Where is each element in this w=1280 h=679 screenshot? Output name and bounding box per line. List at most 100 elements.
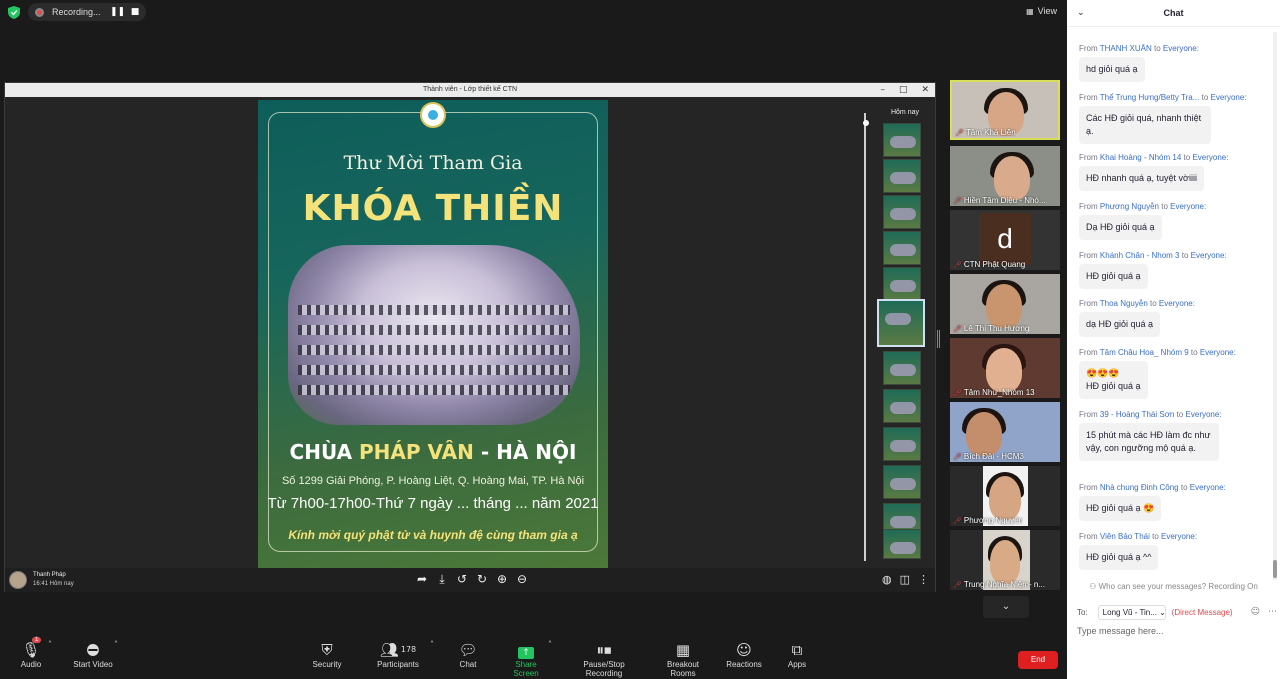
mic-muted-icon: 🎤︎ <box>953 517 962 525</box>
meeting-toolbar: 🎙︎ 1 Audio ˄ ⛔︎ Start Video ˄ ⛨ Security… <box>0 634 1067 679</box>
mic-muted-icon: 🎙︎ <box>21 641 41 659</box>
sender-name[interactable]: 39 - Hoàng Thái Sơn <box>1100 410 1174 419</box>
chat-header: ⌄ Chat <box>1067 0 1280 27</box>
apps-button[interactable]: ⧉ Apps <box>785 640 809 669</box>
poster-date: Từ 7h00-17h00-Thứ 7 ngày ... tháng ... n… <box>267 495 599 512</box>
participant-tile[interactable]: 🎤︎ Hiền Tâm Diệu - Nhó... <box>950 146 1060 206</box>
download-icon[interactable]: ⤓ <box>435 572 449 587</box>
thumbnail[interactable] <box>883 529 921 559</box>
panel-splitter-handle[interactable] <box>937 330 940 348</box>
top-bar: Recording... ❚❚ ■ ▦ View <box>0 0 1067 24</box>
close-icon[interactable]: ✕ <box>921 83 929 97</box>
thumbnail[interactable] <box>883 427 921 461</box>
temple-post: - HÀ NỘI <box>473 440 577 464</box>
participant-name: Tâm Khả Liên <box>965 128 1016 137</box>
participants-options-caret-icon[interactable]: ˄ <box>430 640 434 649</box>
maximize-icon[interactable]: □ <box>899 83 908 97</box>
thumbnail[interactable] <box>883 351 921 385</box>
mic-muted-icon: 🎤︎ <box>953 197 962 205</box>
pause-stop-recording-button[interactable]: ⏸︎⏹︎ Pause/Stop Recording <box>564 640 644 678</box>
share-arrow-icon[interactable]: ➦ <box>415 572 429 587</box>
thumbnail-scrollbar[interactable] <box>863 113 869 575</box>
stop-recording-icon[interactable]: ■ <box>128 7 142 17</box>
meditation-photo <box>288 245 580 425</box>
chevron-down-icon[interactable]: ⌄ <box>1077 0 1085 27</box>
mic-muted-icon: 🎤︎ <box>953 389 962 397</box>
participant-tile[interactable]: 🎤︎ Phương Nguyễn <box>950 466 1060 526</box>
window-controls: – □ ✕ <box>880 83 929 97</box>
recipient-select[interactable]: Long Vũ - Tin... ⌄ <box>1097 604 1166 620</box>
thumbnail[interactable] <box>883 267 921 301</box>
start-video-button[interactable]: ⛔︎ Start Video <box>70 640 116 669</box>
participant-tile[interactable]: 🎤︎ Bích Đài - HCM3 <box>950 402 1060 462</box>
participant-name: Tâm Như_Nhóm 13 <box>963 388 1035 397</box>
audio-options-caret-icon[interactable]: ˄ <box>48 640 52 649</box>
sender-name[interactable]: Khai Hoàng - Nhóm 14 <box>1100 153 1181 162</box>
sender-name[interactable]: Tâm Châu Hoa_ Nhóm 9 <box>1100 348 1189 357</box>
thumbnail[interactable] <box>883 195 921 229</box>
share-screen-button[interactable]: ↑ Share Screen <box>502 640 550 678</box>
chat-message: From Khai Hoàng - Nhóm 14 to Everyone: H… <box>1079 153 1269 191</box>
sender-name[interactable]: Thoa Nguyễn <box>1100 299 1148 308</box>
poster-address: Số 1299 Giải Phóng, P. Hoàng Liệt, Q. Ho… <box>281 475 585 487</box>
breakout-rooms-button[interactable]: ▦ Breakout Rooms <box>654 640 712 678</box>
chat-message: From Tâm Châu Hoa_ Nhóm 9 to Everyone: 😍… <box>1079 348 1269 399</box>
sender-name[interactable]: Khánh Chân - Nhom 3 <box>1100 251 1180 260</box>
participant-tile[interactable]: d 🎤︎ CTN Phật Quang <box>950 210 1060 270</box>
sender-name[interactable]: Nhà chung Đinh Công <box>1100 483 1179 492</box>
minimize-icon[interactable]: – <box>880 83 885 97</box>
emoji-icon[interactable]: ☺ <box>1251 607 1260 617</box>
participant-tile[interactable]: 🎤︎ Tâm Khả Liên <box>950 80 1060 140</box>
shared-window-title: Thành viên - Lớp thiết kế CTN <box>422 86 518 93</box>
participant-name: Phương Nguyễn <box>963 516 1023 525</box>
view-button[interactable]: ▦ View <box>1026 6 1057 16</box>
video-options-caret-icon[interactable]: ˄ <box>114 640 118 649</box>
end-meeting-button[interactable]: End <box>1018 651 1058 669</box>
chat-scrollbar[interactable] <box>1273 32 1277 580</box>
participant-tile[interactable]: 🎤︎ Tâm Như_Nhóm 13 <box>950 338 1060 398</box>
gallery-next-page-button[interactable]: ⌄ <box>983 596 1029 618</box>
scroll-knob-top[interactable] <box>863 120 869 126</box>
thumbnail[interactable] <box>883 389 921 423</box>
participant-tile[interactable]: 🎤︎ Lê Thị Thu Hương <box>950 274 1060 334</box>
thumbnail-active[interactable] <box>877 299 925 347</box>
more-options-icon[interactable]: ⋮ <box>918 573 929 586</box>
presenter-time: 16:41 Hôm nay <box>33 581 74 587</box>
audio-button[interactable]: 🎙︎ 1 Audio <box>18 637 44 669</box>
zoom-in-icon[interactable]: ⊕ <box>495 572 509 587</box>
thumbnail[interactable] <box>883 465 921 499</box>
chat-recipient-row: To: Long Vũ - Tin... ⌄ (Direct Message) … <box>1077 604 1277 620</box>
smiley-plus-icon: ☺︎ <box>736 641 752 659</box>
reactions-button[interactable]: ☺︎ Reactions <box>725 640 763 669</box>
shared-screen-window: Thành viên - Lớp thiết kế CTN – □ ✕ Thư … <box>4 82 936 592</box>
participant-name: Trung Nghĩa Niệm- n... <box>963 580 1045 589</box>
chat-message: From Viên Bảo Thái to Everyone: HĐ giỏi … <box>1079 532 1269 570</box>
chat-button[interactable]: 💬︎ Chat <box>456 640 480 669</box>
split-view-icon[interactable]: ◫ <box>900 573 910 586</box>
rotate-right-icon[interactable]: ↻ <box>475 572 489 587</box>
chat-privacy-note[interactable]: ⚇ Who can see your messages? Recording O… <box>1067 582 1280 591</box>
sender-name[interactable]: Phương Nguyễn <box>1100 202 1159 211</box>
sender-name[interactable]: THANH XUÂN <box>1100 44 1152 53</box>
thumbnail[interactable] <box>883 159 921 193</box>
chat-title: Chat <box>1163 8 1184 18</box>
participants-button[interactable]: 👥︎ 178 Participants <box>374 640 422 669</box>
recording-indicator: Recording... ❚❚ ■ <box>28 3 146 21</box>
participant-tile[interactable]: 🎤︎ Trung Nghĩa Niệm- n... <box>950 530 1060 590</box>
chevron-down-icon: ⌄ <box>1001 601 1011 612</box>
palette-icon[interactable]: ◍ <box>882 573 892 586</box>
thumbnail[interactable] <box>883 123 921 157</box>
more-options-icon[interactable]: ⋯ <box>1268 607 1277 617</box>
sender-name[interactable]: Thể Trung Hưng/Betty Tra... <box>1100 93 1200 102</box>
shield-icon[interactable] <box>8 6 20 19</box>
chat-label: Chat <box>459 660 477 669</box>
thumbnail[interactable] <box>883 231 921 265</box>
chat-message-input[interactable] <box>1077 624 1272 638</box>
security-button[interactable]: ⛨ Security <box>310 640 344 669</box>
share-options-caret-icon[interactable]: ˄ <box>548 640 552 649</box>
sender-name[interactable]: Viên Bảo Thái <box>1100 532 1150 541</box>
rotate-left-icon[interactable]: ↺ <box>455 572 469 587</box>
pause-recording-icon[interactable]: ❚❚ <box>110 7 125 17</box>
chat-message-list: From THANH XUÂN to Everyone: hd giỏi quá… <box>1067 40 1272 578</box>
zoom-out-icon[interactable]: ⊖ <box>515 572 529 587</box>
